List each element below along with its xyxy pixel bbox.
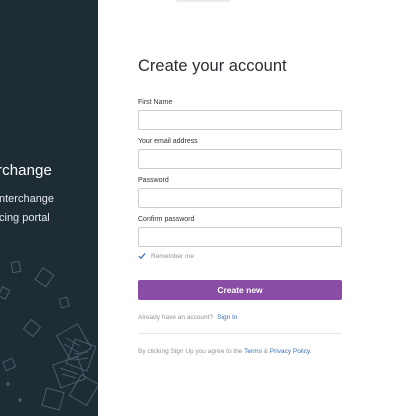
password-label: Password xyxy=(138,177,169,184)
confirm-password-input[interactable] xyxy=(138,227,342,247)
decorative-document-illustration xyxy=(0,260,98,411)
create-account-button[interactable]: Create new xyxy=(138,280,342,300)
terms-suffix: . xyxy=(309,348,312,355)
divider xyxy=(138,333,342,334)
have-account-text: Already have an account? xyxy=(138,314,214,321)
privacy-policy-link[interactable]: Privacy Policy xyxy=(270,348,310,355)
email-input[interactable] xyxy=(138,149,342,169)
terms-link[interactable]: Terms xyxy=(244,348,262,355)
password-input[interactable] xyxy=(138,188,342,208)
email-label: Your email address xyxy=(138,138,198,145)
checkmark-icon xyxy=(138,253,146,260)
tagline-line-1: nterchange xyxy=(0,193,55,205)
confirm-password-label: Confirm password xyxy=(138,216,195,223)
terms-prefix: By clicking Sign Up you agree to the xyxy=(138,348,243,355)
page-title: Create your account xyxy=(138,57,287,75)
top-decorative-bar xyxy=(176,0,230,2)
first-name-input[interactable] xyxy=(138,110,342,130)
brand-name: rchange xyxy=(0,162,52,179)
remember-me-row: Remember me xyxy=(138,252,194,260)
first-name-label: First Name xyxy=(138,99,173,106)
terms-line: By clicking Sign Up you agree to the Ter… xyxy=(138,348,312,355)
remember-me-label: Remember me xyxy=(151,252,194,260)
sign-in-link[interactable]: Sign In xyxy=(217,314,237,321)
sidebar-panel: rchange nterchange cing portal xyxy=(0,0,98,416)
remember-me-checkbox[interactable] xyxy=(138,252,146,260)
tagline-line-2: cing portal xyxy=(0,212,50,224)
have-account-line: Already have an account? Sign In xyxy=(138,314,237,321)
terms-and: & xyxy=(263,348,268,355)
